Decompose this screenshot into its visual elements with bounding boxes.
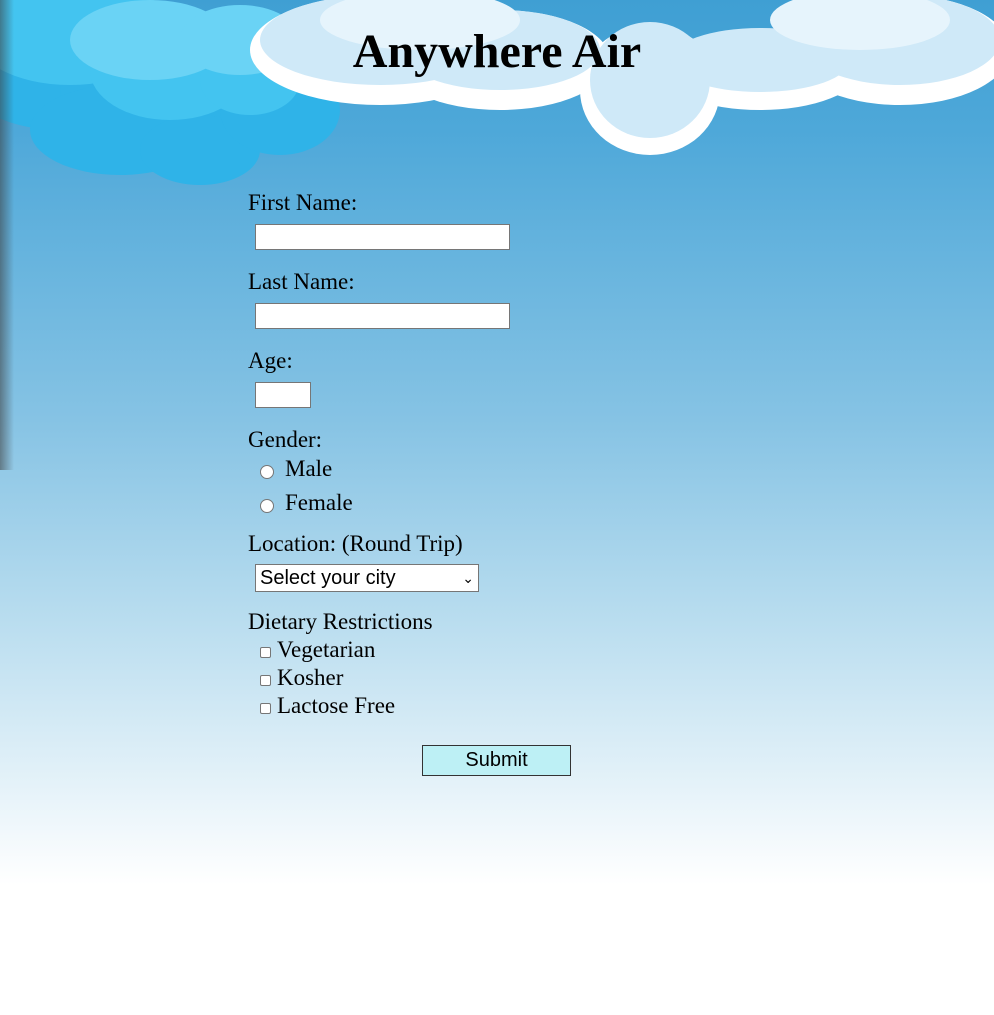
submit-button[interactable]: Submit (422, 745, 571, 776)
gender-male-radio[interactable] (260, 465, 274, 479)
page: Anywhere Air First Name: Last Name: Age:… (0, 0, 994, 1015)
age-label: Age: (248, 348, 293, 373)
city-select-value: Select your city (260, 567, 396, 589)
gender-female-radio[interactable] (260, 499, 274, 513)
city-select[interactable]: Select your city ⌄ (255, 564, 479, 592)
vegetarian-checkbox[interactable] (260, 647, 271, 658)
chevron-down-icon: ⌄ (462, 570, 474, 586)
gender-male-label[interactable]: Male (285, 456, 332, 482)
page-title: Anywhere Air (352, 25, 642, 78)
last-name-input[interactable] (255, 303, 510, 329)
last-name-label: Last Name: (248, 269, 355, 294)
lactose-free-label[interactable]: Lactose Free (277, 693, 395, 719)
vegetarian-label[interactable]: Vegetarian (277, 637, 375, 663)
dietary-label: Dietary Restrictions (248, 609, 433, 634)
gender-label: Gender: (248, 427, 323, 452)
first-name-input[interactable] (255, 224, 510, 250)
lactose-free-checkbox[interactable] (260, 703, 271, 714)
gender-female-label[interactable]: Female (285, 490, 353, 516)
location-label: Location: (Round Trip) (248, 531, 463, 556)
age-input[interactable] (255, 382, 311, 408)
kosher-checkbox[interactable] (260, 675, 271, 686)
kosher-label[interactable]: Kosher (277, 665, 343, 691)
first-name-label: First Name: (248, 190, 358, 215)
